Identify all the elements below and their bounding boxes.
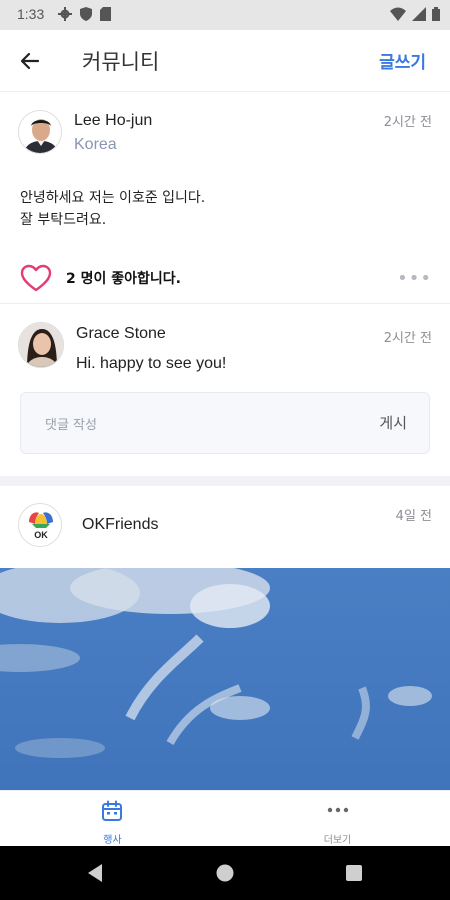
sd-card-icon xyxy=(100,7,111,21)
heart-icon[interactable] xyxy=(20,264,52,292)
logo-text: OK xyxy=(34,530,48,540)
settings-icon xyxy=(58,7,72,21)
recents-square-icon[interactable] xyxy=(346,865,362,881)
post-body-line: 잘 부탁드려요. xyxy=(20,212,107,228)
battery-icon xyxy=(432,7,440,21)
comment-input[interactable]: 댓글 작성 게시 xyxy=(20,392,430,454)
avatar[interactable] xyxy=(18,322,64,368)
nav-item-events[interactable]: 행사 xyxy=(0,791,225,847)
system-nav-bar xyxy=(0,846,450,900)
back-arrow-icon[interactable] xyxy=(18,49,42,73)
post-image[interactable] xyxy=(0,568,450,792)
shield-icon xyxy=(80,7,92,21)
like-row: 2 명이 좋아합니다. ••• xyxy=(0,256,450,302)
bottom-nav: 행사 더보기 xyxy=(0,790,450,846)
back-triangle-icon[interactable] xyxy=(86,863,104,883)
home-circle-icon[interactable] xyxy=(216,864,234,882)
divider xyxy=(0,303,450,304)
status-time: 1:33 xyxy=(17,6,45,22)
more-options-icon[interactable]: ••• xyxy=(397,268,432,289)
comment-author[interactable]: Grace Stone xyxy=(76,325,166,343)
status-bar: 1:33 xyxy=(0,0,450,30)
okfriends-logo[interactable]: OK xyxy=(18,503,62,547)
comment-text: Hi. happy to see you! xyxy=(76,355,227,372)
calendar-icon xyxy=(102,800,122,821)
wifi-icon xyxy=(390,7,406,21)
app-bar: 커뮤니티 글쓰기 xyxy=(0,30,450,92)
likes-count: 2 명이 좋아합니다. xyxy=(66,271,181,287)
section-separator xyxy=(0,476,450,486)
avatar[interactable] xyxy=(18,110,62,154)
nav-label: 행사 xyxy=(103,835,122,846)
comment-placeholder: 댓글 작성 xyxy=(45,418,97,433)
signal-icon xyxy=(412,7,426,21)
post-time: 4일 전 xyxy=(395,509,432,524)
post-body: 안녕하세요 저는 이호준 입니다. 잘 부탁드려요. xyxy=(20,187,205,231)
author-location: Korea xyxy=(74,136,117,153)
author-name[interactable]: OKFriends xyxy=(82,516,158,534)
post-body-line: 안녕하세요 저는 이호준 입니다. xyxy=(20,190,206,206)
comment-time: 2시간 전 xyxy=(383,331,432,346)
write-button[interactable]: 글쓰기 xyxy=(379,48,426,73)
page-title: 커뮤니티 xyxy=(82,50,160,74)
nav-item-more[interactable]: 더보기 xyxy=(225,791,450,847)
post-comment-button[interactable]: 게시 xyxy=(379,412,407,433)
author-name[interactable]: Lee Ho-jun xyxy=(74,112,152,130)
more-icon xyxy=(327,807,349,813)
post-time: 2시간 전 xyxy=(383,115,432,130)
nav-label: 더보기 xyxy=(323,835,352,846)
